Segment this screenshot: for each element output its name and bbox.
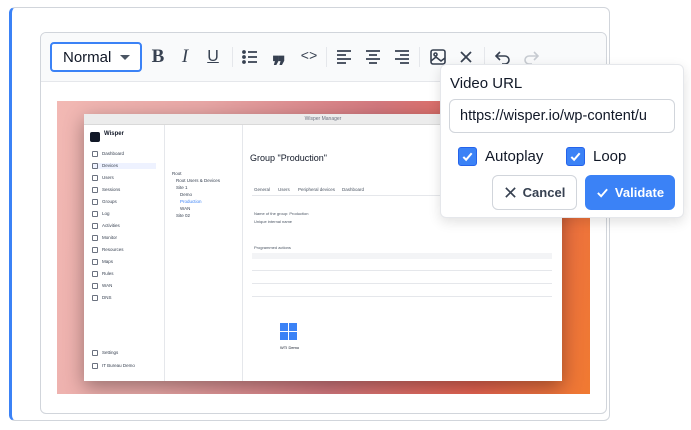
italic-icon[interactable]: I (173, 45, 197, 69)
preview-tree-item: Demo (180, 192, 193, 197)
toolbar-divider (326, 47, 327, 67)
preview-row: Programmed actions (254, 245, 291, 250)
preview-sidebar-item: IT Bureau Demo (92, 363, 135, 369)
preview-tab: Peripheral devices (298, 187, 336, 192)
video-url-label: Video URL (450, 75, 523, 92)
preview-sidebar-item: Activities (92, 223, 120, 229)
preview-logo-icon (90, 132, 100, 142)
preview-brand: Wisper (104, 131, 124, 137)
align-right-icon[interactable] (390, 45, 414, 69)
preview-sidebar-item: Settings (92, 350, 118, 356)
chevron-down-icon (120, 55, 130, 60)
preview-sidebar-item: Resources (92, 247, 124, 253)
italic-glyph: I (181, 46, 189, 67)
preview-divider (252, 270, 552, 271)
preview-sidebar-item: Rules (92, 271, 114, 277)
align-left-icon[interactable] (332, 45, 356, 69)
preview-tree-item: Site 1 (176, 185, 188, 190)
preview-tree-item: Root (172, 171, 182, 176)
bold-glyph: B (151, 46, 165, 67)
preview-tree-item: Root Users & Devices (176, 178, 221, 183)
preview-sidebar-item: DNS (92, 295, 112, 301)
quote-glyph: ❞ (272, 52, 286, 81)
video-url-popup: Video URL Autoplay Loop Cancel Validate (440, 64, 684, 218)
align-center-icon[interactable] (361, 45, 385, 69)
preview-tree: Root Root Users & Devices Site 1 Demo Pr… (166, 125, 243, 381)
preview-tree-item: Site 02 (176, 213, 191, 218)
preview-sidebar-item: WAN (92, 283, 112, 289)
bullet-list-icon[interactable] (238, 45, 262, 69)
preview-tab: Users (278, 187, 290, 192)
cancel-label: Cancel (522, 185, 566, 200)
preview-page-title: Group "Production" (250, 153, 327, 163)
preview-divider (252, 296, 552, 297)
code-icon[interactable]: <> (297, 45, 321, 69)
preview-tree-item: WAN (180, 206, 191, 211)
video-url-input[interactable] (449, 99, 675, 133)
preview-sidebar-item: Groups (92, 199, 117, 205)
autoplay-label: Autoplay (485, 148, 544, 165)
check-icon (597, 188, 608, 198)
preview-tab: General (254, 187, 271, 192)
underline-icon[interactable]: U (201, 45, 225, 69)
preview-table-header (252, 253, 552, 259)
checkbox-checked-icon (566, 147, 585, 166)
close-icon (504, 187, 516, 198)
paragraph-style-value: Normal (63, 48, 112, 66)
preview-divider (252, 283, 552, 284)
code-glyph: <> (300, 49, 318, 65)
windows-logo-icon (280, 323, 298, 341)
loop-checkbox[interactable]: Loop (566, 147, 626, 166)
cancel-button[interactable]: Cancel (492, 175, 577, 210)
preview-row: Name of the group: Production (254, 211, 309, 216)
preview-sidebar-item: Dashboard (92, 151, 124, 157)
preview-device-label: WTI Demo (280, 345, 300, 350)
validate-label: Validate (614, 185, 665, 200)
preview-sidebar-item: Sessions (92, 187, 120, 193)
preview-sidebar: Wisper Dashboard Devices Users Sessions … (84, 125, 165, 381)
underline-glyph: U (207, 48, 219, 65)
checkbox-checked-icon (458, 147, 477, 166)
preview-sidebar-item: Devices (92, 163, 156, 169)
toolbar-divider (232, 47, 233, 67)
blockquote-icon[interactable]: ❞ (267, 45, 291, 81)
preview-sidebar-item: Monitor (92, 235, 117, 241)
preview-sidebar-item: Maps (92, 259, 113, 265)
autoplay-checkbox[interactable]: Autoplay (458, 147, 543, 166)
toolbar-divider (419, 47, 420, 67)
validate-button[interactable]: Validate (585, 175, 675, 210)
preview-sidebar-item: Users (92, 175, 114, 181)
preview-row: Unique internal name (254, 219, 293, 224)
preview-tree-item: Production (180, 199, 202, 204)
paragraph-style-select[interactable]: Normal (50, 42, 142, 72)
bold-icon[interactable]: B (146, 45, 170, 69)
loop-label: Loop (593, 148, 627, 165)
preview-tab: Dashboard (342, 187, 365, 192)
preview-sidebar-item: Log (92, 211, 110, 217)
